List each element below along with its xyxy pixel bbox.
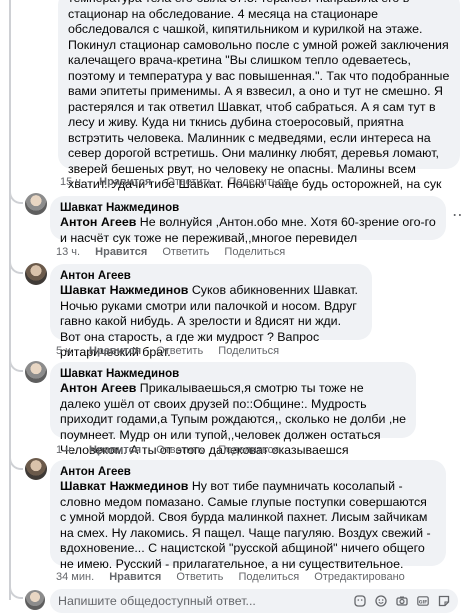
camera-icon[interactable] bbox=[396, 595, 408, 607]
comment-time[interactable]: 1 ч. bbox=[56, 444, 74, 456]
comment-actions: 13 ч. Нравится Ответить Поделиться bbox=[56, 246, 297, 258]
thread-connector bbox=[9, 180, 23, 204]
like-button[interactable]: Нравится bbox=[89, 444, 141, 456]
reply-button[interactable]: Ответить bbox=[176, 571, 223, 583]
svg-text:GIF: GIF bbox=[419, 599, 428, 605]
avatar[interactable] bbox=[25, 458, 47, 480]
share-button[interactable]: Поделиться bbox=[238, 571, 299, 583]
comment-bubble: Шавкат Нажмединов Антон Агеев Не волнуйс… bbox=[50, 196, 446, 245]
thread-connector bbox=[9, 446, 23, 470]
avatar[interactable] bbox=[25, 263, 47, 285]
gif-icon[interactable]: GIF bbox=[417, 595, 429, 607]
comment-time[interactable]: 5 ч. bbox=[56, 345, 74, 357]
comment-actions: 34 мин. Нравится Ответить Поделиться Отр… bbox=[56, 571, 417, 583]
mention-tag[interactable]: Шавкат Нажмединов bbox=[60, 283, 188, 297]
thread-line bbox=[9, 0, 11, 600]
like-button[interactable]: Нравится bbox=[109, 571, 161, 583]
share-button[interactable]: Поделиться bbox=[224, 246, 285, 258]
like-button[interactable]: Нравится bbox=[99, 176, 151, 188]
share-button[interactable]: Поделиться bbox=[228, 176, 289, 188]
reply-composer[interactable]: Напишите общедоступный ответ... GIF bbox=[50, 589, 458, 613]
emoji-icon[interactable] bbox=[375, 595, 387, 607]
comment-time[interactable]: 15 ч. bbox=[60, 176, 84, 188]
mention-tag[interactable]: Антон Агеев bbox=[60, 215, 136, 229]
share-button[interactable]: Поделиться bbox=[218, 345, 279, 357]
comment-author[interactable]: Шавкат Нажмединов bbox=[60, 367, 406, 381]
comment-bubble: Антон Агеев Шавкат Нажмединов Суков абик… bbox=[50, 264, 372, 359]
current-user-avatar[interactable] bbox=[25, 590, 45, 610]
comment-bubble: Шавкат Нажмединов Антон Агеев Прикалывае… bbox=[50, 362, 416, 457]
sticker-face-icon[interactable] bbox=[438, 595, 450, 607]
comment-author[interactable]: Антон Агеев bbox=[60, 269, 362, 283]
thread-connector bbox=[9, 348, 23, 372]
comment-bubble: температура тела его была 37.5. терапевт… bbox=[58, 0, 460, 207]
reply-input[interactable]: Напишите общедоступный ответ... bbox=[58, 594, 345, 608]
like-button[interactable]: Нравится bbox=[89, 345, 141, 357]
edited-label: Отредактировано bbox=[314, 571, 405, 583]
mention-tag[interactable]: Антон Агеев bbox=[60, 381, 136, 395]
mention-tag[interactable]: Шавкат Нажмединов bbox=[60, 479, 188, 493]
share-button[interactable]: Поделиться bbox=[218, 444, 279, 456]
comment-actions: 5 ч. Нравится Ответить Поделиться bbox=[56, 345, 291, 357]
thread-connector bbox=[9, 575, 23, 599]
comment-bubble: Антон Агеев Шавкат Нажмединов Ну вот тиб… bbox=[50, 460, 446, 571]
more-options-icon[interactable]: ⋯ bbox=[452, 205, 464, 225]
like-button[interactable]: Нравится bbox=[95, 246, 147, 258]
avatar[interactable] bbox=[25, 361, 47, 383]
sticker-icon[interactable] bbox=[354, 595, 366, 607]
comment-actions: 1 ч. Нравится Ответить Поделиться bbox=[56, 444, 291, 456]
comment-time[interactable]: 13 ч. bbox=[56, 246, 80, 258]
reply-button[interactable]: Ответить bbox=[156, 444, 203, 456]
avatar[interactable] bbox=[25, 193, 47, 215]
reply-button[interactable]: Ответить bbox=[156, 345, 203, 357]
comment-author[interactable]: Шавкат Нажмединов bbox=[60, 201, 436, 215]
reply-button[interactable]: Ответить bbox=[166, 176, 213, 188]
thread-connector bbox=[9, 250, 23, 274]
comment-author[interactable]: Антон Агеев bbox=[60, 465, 436, 479]
comment-actions: 15 ч. Нравится Ответить Поделиться bbox=[60, 176, 301, 188]
reply-button[interactable]: Ответить bbox=[162, 246, 209, 258]
comment-time[interactable]: 34 мин. bbox=[56, 571, 94, 583]
